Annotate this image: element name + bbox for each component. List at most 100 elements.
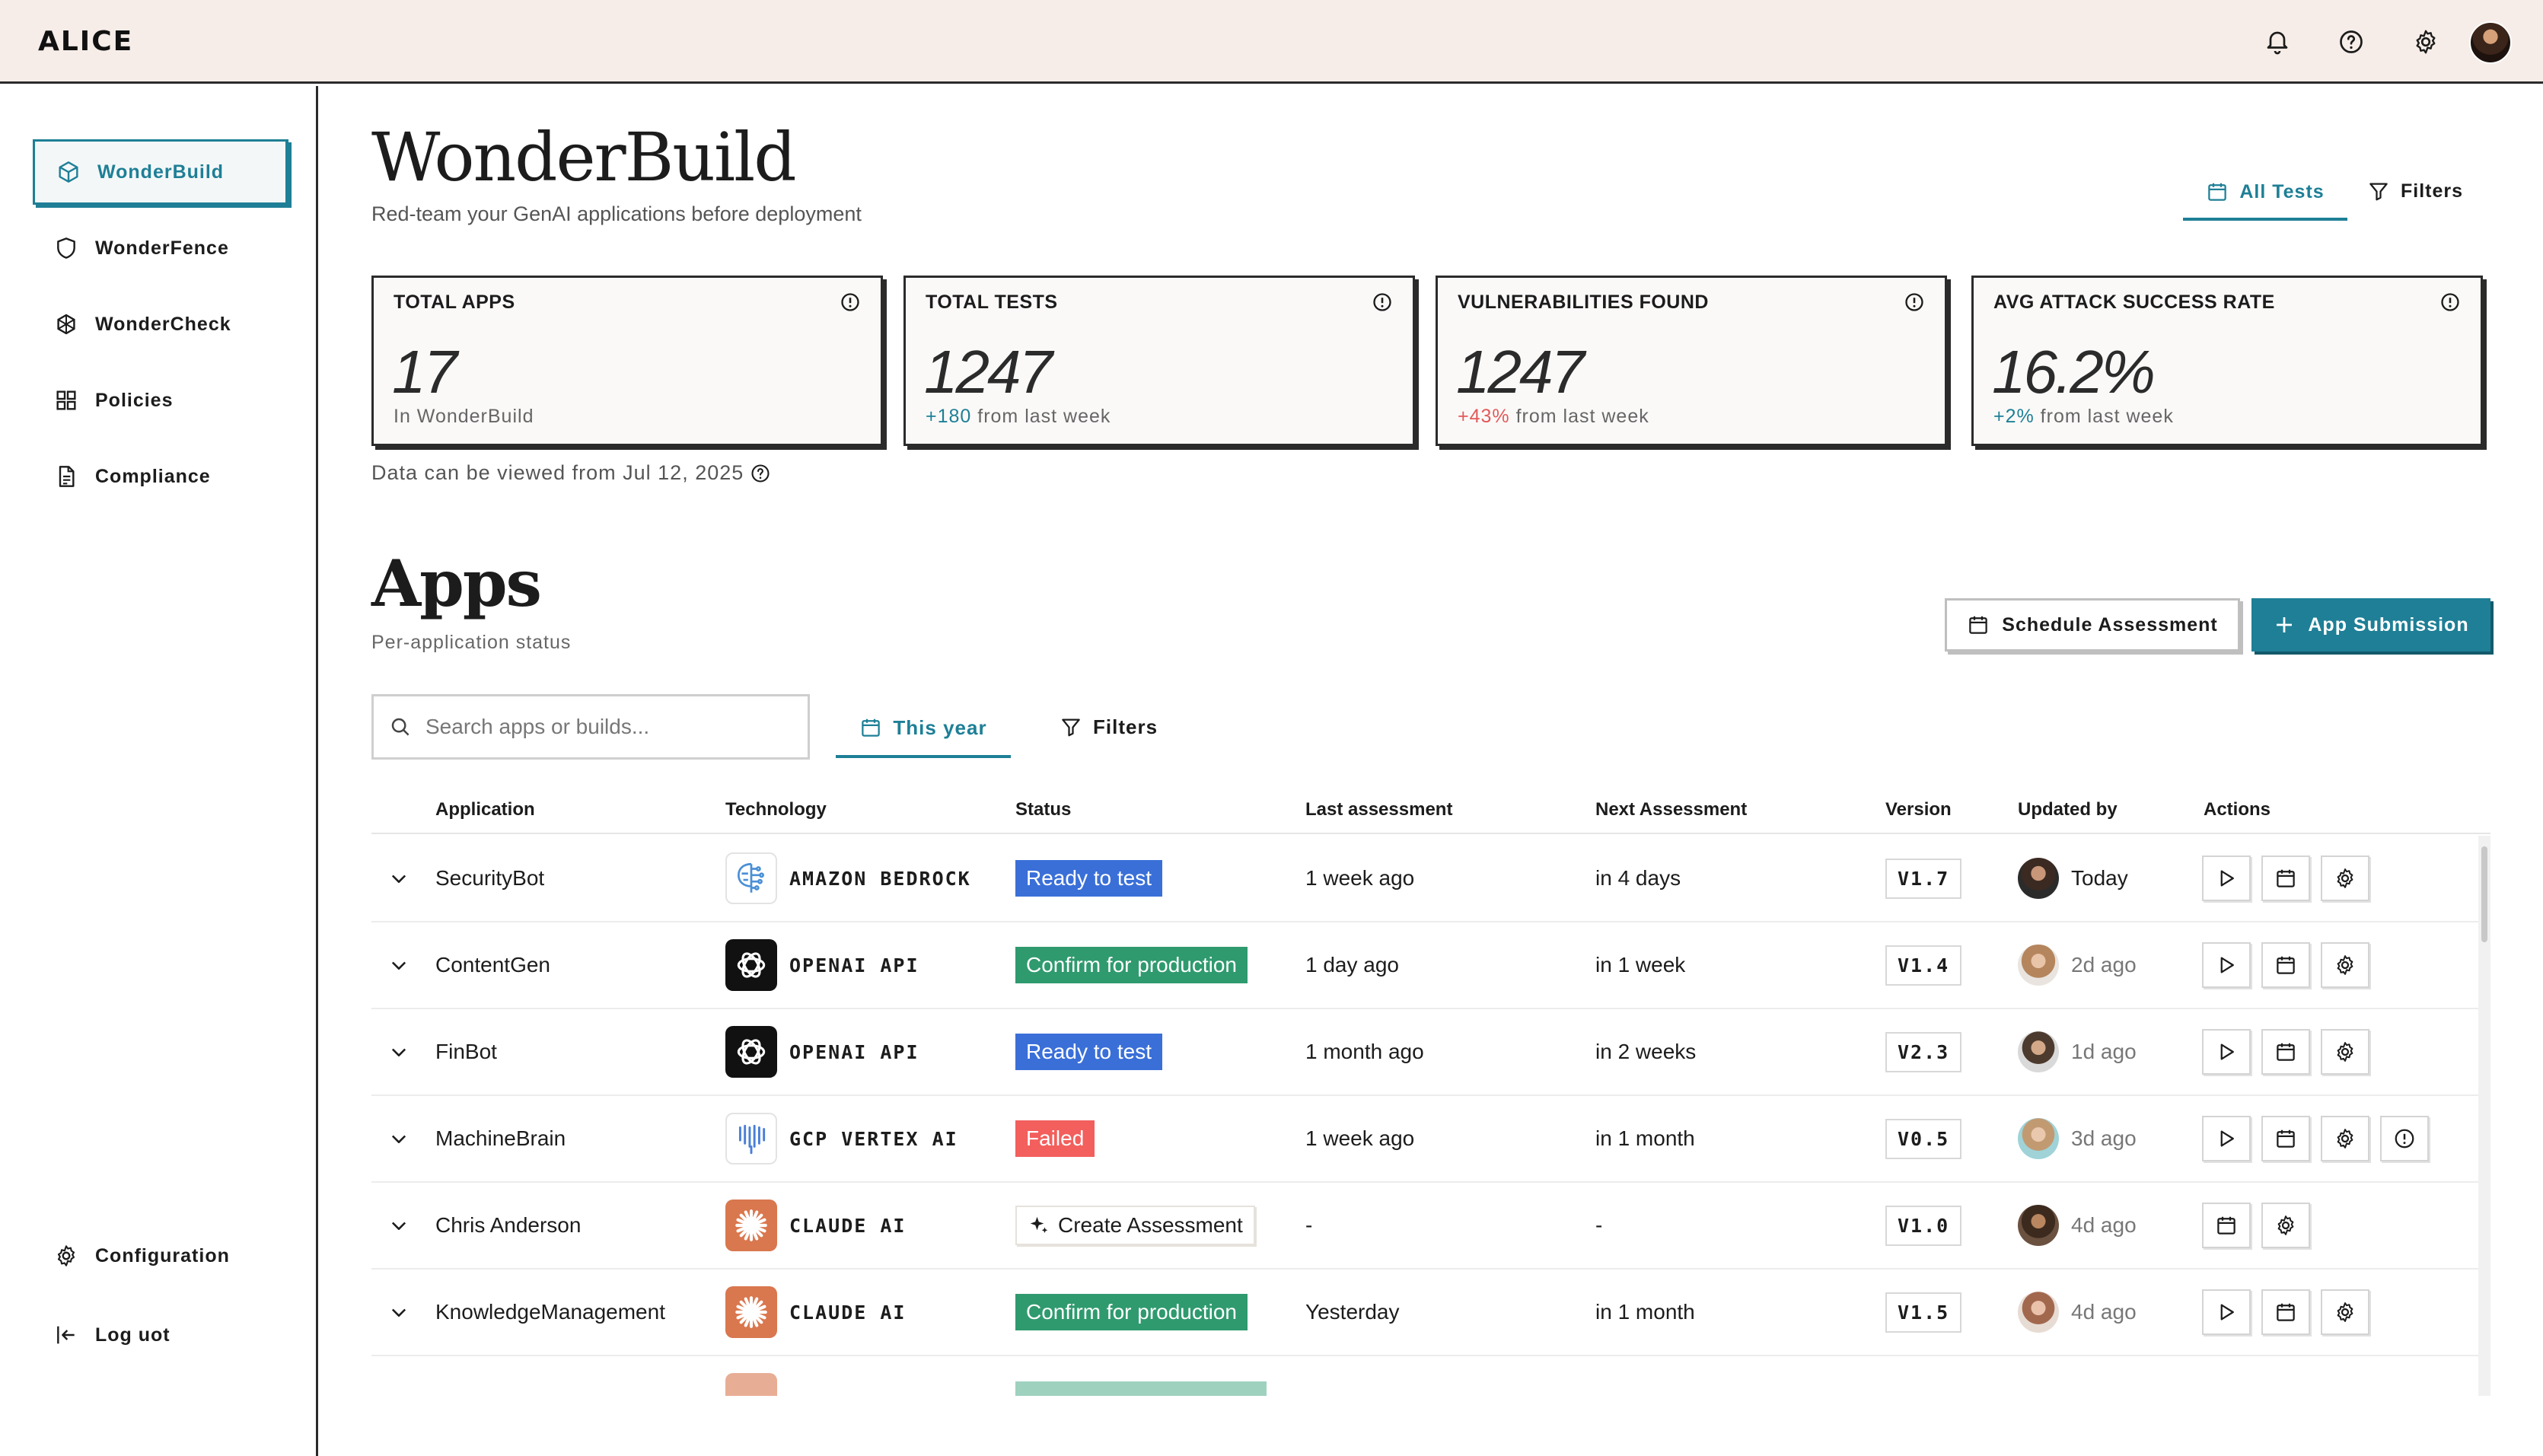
sidebar-item-policies[interactable]: Policies xyxy=(33,368,288,433)
status-cell: Ready to test xyxy=(1015,1009,1162,1094)
updated-by-time: 1d ago xyxy=(2071,1040,2137,1063)
settings-button[interactable] xyxy=(2321,1289,2369,1335)
technology-cell: GCP VERTEX AI xyxy=(725,1096,958,1181)
run-test-button[interactable] xyxy=(2202,1289,2251,1335)
version-badge: V1.5 xyxy=(1885,1292,1962,1333)
table-row[interactable]: Chris Anderson CLAUDE AI Create Assessme… xyxy=(371,1183,2478,1270)
column-header-technology[interactable]: Technology xyxy=(725,799,827,820)
gcp-vertex-logo-icon xyxy=(725,1113,777,1164)
sidebar-item-wonderfence[interactable]: WonderFence xyxy=(33,215,288,281)
technology-name: GCP VERTEX AI xyxy=(789,1127,958,1150)
table-row[interactable]: ContentGen OPENAI API Confirm for produc… xyxy=(371,922,2478,1009)
stat-card-vulnerabilities: VULNERABILITIES FOUND 1247 +43% from las… xyxy=(1436,276,1947,446)
stat-value: 1247 xyxy=(1456,338,1585,406)
tab-this-year[interactable]: This year xyxy=(836,700,1011,758)
gear-icon[interactable] xyxy=(2407,23,2445,61)
expand-row-button[interactable] xyxy=(388,836,411,921)
tab-all-tests[interactable]: All Tests xyxy=(2183,166,2347,221)
info-icon[interactable] xyxy=(840,292,861,313)
schedule-button[interactable] xyxy=(2261,1116,2310,1161)
app-name[interactable]: FinBot xyxy=(435,1009,497,1094)
app-name[interactable]: MachineBrain xyxy=(435,1096,566,1181)
column-header-next-assessment[interactable]: Next Assessment xyxy=(1595,799,1747,820)
alert-button[interactable] xyxy=(2380,1116,2429,1161)
scrollbar-thumb[interactable] xyxy=(2481,846,2487,942)
table-scrollbar[interactable] xyxy=(2478,836,2490,1396)
app-name[interactable]: ContentGen xyxy=(435,922,550,1008)
schedule-button[interactable] xyxy=(2261,855,2310,901)
table-row[interactable] xyxy=(371,1356,2478,1396)
claude-logo-icon xyxy=(725,1286,777,1338)
schedule-button[interactable] xyxy=(2261,1289,2310,1335)
avatar[interactable] xyxy=(2018,1205,2059,1246)
table-row[interactable]: FinBot OPENAI API Ready to test 1 month … xyxy=(371,1009,2478,1096)
app-submission-button[interactable]: App Submission xyxy=(2251,598,2490,652)
settings-button[interactable] xyxy=(2321,1029,2369,1075)
schedule-assessment-button[interactable]: Schedule Assessment xyxy=(1945,598,2240,652)
schedule-button[interactable] xyxy=(2261,942,2310,988)
avatar[interactable] xyxy=(2018,1292,2059,1333)
settings-button[interactable] xyxy=(2321,855,2369,901)
brand-logo[interactable]: ALICE xyxy=(38,26,133,57)
expand-row-button[interactable] xyxy=(388,1270,411,1355)
status-badge: Ready to test xyxy=(1015,860,1162,897)
expand-row-button[interactable] xyxy=(388,1183,411,1268)
run-test-button[interactable] xyxy=(2202,1116,2251,1161)
schedule-button[interactable] xyxy=(2202,1203,2251,1248)
avatar[interactable] xyxy=(2018,1031,2059,1072)
table-row[interactable]: MachineBrain GCP VERTEX AI Failed 1 week… xyxy=(371,1096,2478,1183)
last-assessment: 1 month ago xyxy=(1305,1040,1424,1063)
sidebar-item-wondercheck[interactable]: WonderCheck xyxy=(33,292,288,357)
help-icon[interactable] xyxy=(750,463,771,484)
data-note-text: Data can be viewed from Jul 12, 2025 xyxy=(371,461,744,484)
table-row[interactable]: SecurityBot AMAZON BEDROCK Ready to test… xyxy=(371,836,2478,922)
run-test-button[interactable] xyxy=(2202,942,2251,988)
table-row[interactable]: KnowledgeManagement CLAUDE AI Confirm fo… xyxy=(371,1270,2478,1356)
avatar[interactable] xyxy=(2018,858,2059,899)
sidebar-item-compliance[interactable]: Compliance xyxy=(33,444,288,509)
info-icon[interactable] xyxy=(2439,292,2461,313)
settings-button[interactable] xyxy=(2321,942,2369,988)
stat-value: 1247 xyxy=(924,338,1053,406)
page-title: WonderBuild xyxy=(371,118,797,196)
apps-filters-button[interactable]: Filters xyxy=(1060,700,1158,753)
expand-row-button[interactable] xyxy=(388,1096,411,1181)
column-header-updated-by[interactable]: Updated by xyxy=(2018,799,2118,820)
avatar[interactable] xyxy=(2018,1118,2059,1159)
amazon-bedrock-logo-icon xyxy=(725,852,777,904)
settings-button[interactable] xyxy=(2321,1116,2369,1161)
bell-icon[interactable] xyxy=(2258,23,2296,61)
app-name[interactable]: KnowledgeManagement xyxy=(435,1270,665,1355)
column-header-application[interactable]: Application xyxy=(435,799,535,820)
sidebar-item-configuration[interactable]: Configuration xyxy=(33,1223,288,1289)
search-input[interactable] xyxy=(425,715,791,739)
column-header-version[interactable]: Version xyxy=(1885,799,1952,820)
run-test-button[interactable] xyxy=(2202,1029,2251,1075)
info-icon[interactable] xyxy=(1904,292,1925,313)
expand-row-button[interactable] xyxy=(388,922,411,1008)
expand-row-button[interactable] xyxy=(388,1009,411,1094)
column-header-last-assessment[interactable]: Last assessment xyxy=(1305,799,1452,820)
create-assessment-button[interactable]: Create Assessment xyxy=(1015,1206,1255,1245)
user-avatar[interactable] xyxy=(2469,21,2512,64)
calendar-icon xyxy=(2274,1301,2297,1324)
data-range-note: Data can be viewed from Jul 12, 2025 xyxy=(371,461,771,485)
button-label: Schedule Assessment xyxy=(2002,613,2218,636)
column-header-status[interactable]: Status xyxy=(1015,799,1071,820)
app-name[interactable]: Chris Anderson xyxy=(435,1183,581,1268)
sidebar-item-wonderbuild[interactable]: WonderBuild xyxy=(33,139,288,205)
schedule-button[interactable] xyxy=(2261,1029,2310,1075)
avatar[interactable] xyxy=(2018,945,2059,986)
updated-by-cell: 1d ago xyxy=(2018,1009,2137,1094)
run-test-button[interactable] xyxy=(2202,855,2251,901)
stat-delta: +2% xyxy=(1993,406,2035,427)
app-name[interactable]: SecurityBot xyxy=(435,836,544,921)
stat-delta: +43% xyxy=(1458,406,1510,427)
status-badge xyxy=(1015,1381,1267,1396)
filters-button[interactable]: Filters xyxy=(2367,166,2463,216)
help-icon[interactable] xyxy=(2332,23,2370,61)
settings-button[interactable] xyxy=(2261,1203,2310,1248)
sidebar-item-logout[interactable]: Log uot xyxy=(33,1302,288,1368)
chevron-down-icon xyxy=(388,1301,409,1323)
info-icon[interactable] xyxy=(1372,292,1393,313)
